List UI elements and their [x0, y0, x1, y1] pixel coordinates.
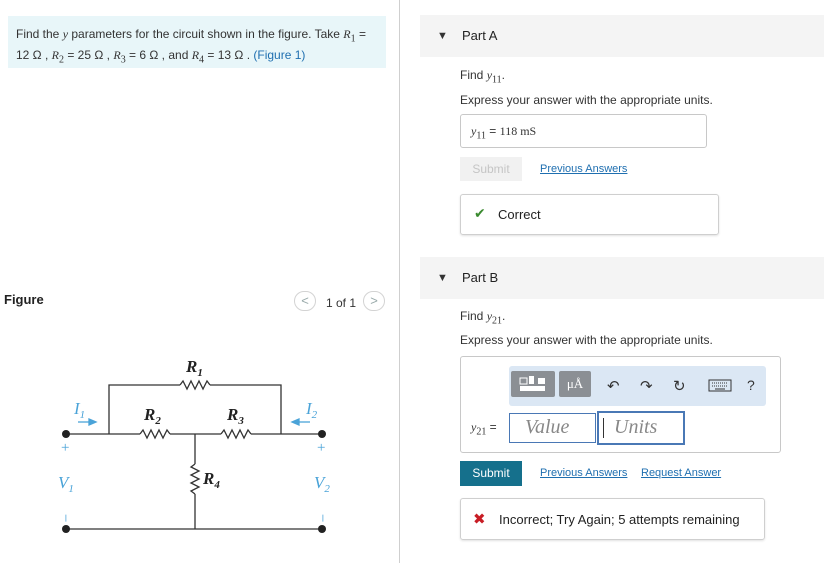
r3-zigzag	[220, 428, 252, 440]
r4-value: = 13 Ω .	[204, 48, 254, 63]
label-v2: V2	[314, 473, 330, 495]
part-b-header[interactable]: ▼ Part B	[420, 257, 824, 299]
keyboard-icon[interactable]	[708, 379, 734, 393]
i1-arrow-head	[88, 418, 98, 426]
next-figure-button[interactable]: >	[363, 291, 385, 311]
r1-symbol: R	[343, 27, 351, 41]
label-v1: V1	[58, 473, 74, 495]
find-suffix: .	[502, 309, 506, 323]
equation-toolbar: μÅ ↶ ↷ ↻ ?	[509, 366, 766, 406]
undo-icon[interactable]: ↶	[607, 377, 620, 395]
part-b-instruction: Express your answer with the appropriate…	[460, 333, 713, 347]
part-b-submit-button[interactable]: Submit	[460, 461, 522, 486]
figure-heading: Figure	[4, 292, 44, 307]
value-input[interactable]: Value	[509, 413, 596, 443]
figure-count: 1 of 1	[326, 296, 357, 310]
answer-sub: 11	[476, 130, 486, 142]
answer-eq: =	[485, 124, 500, 138]
request-answer-link[interactable]: Request Answer	[641, 467, 721, 479]
feedback-message: Incorrect; Try Again; 5 attempts remaini…	[499, 512, 740, 527]
answer-eq: =	[486, 420, 497, 434]
find-text: Find	[460, 309, 487, 323]
problem-text: parameters for the circuit shown in the …	[68, 27, 344, 41]
r2-value: = 25 Ω ,	[64, 48, 114, 63]
problem-text: Find the	[16, 27, 63, 41]
r4-symbol: R	[191, 48, 200, 63]
part-b-previous-answers-link[interactable]: Previous Answers	[540, 467, 627, 479]
v1-plus: +	[61, 440, 69, 456]
i2-arrow-head	[290, 418, 300, 426]
part-a-feedback: ✔ Correct	[460, 194, 719, 235]
label-r1: R1	[185, 357, 203, 379]
wire-top-right	[210, 384, 282, 434]
r4-zigzag	[189, 463, 201, 495]
figure-link[interactable]: (Figure 1)	[253, 48, 305, 62]
units-symbol-button[interactable]: μÅ	[559, 371, 591, 397]
part-a-previous-answers-link[interactable]: Previous Answers	[540, 163, 627, 175]
r2-zigzag	[139, 428, 171, 440]
find-sub: 11	[492, 74, 502, 86]
r1-value: 12 Ω ,	[16, 48, 52, 63]
collapse-triangle-icon[interactable]: ▼	[437, 272, 448, 284]
answer-value: 118 mS	[499, 124, 537, 138]
find-suffix: .	[501, 68, 505, 82]
r2-symbol: R	[51, 48, 59, 63]
part-b-feedback: ✖ Incorrect; Try Again; 5 attempts remai…	[460, 498, 765, 540]
units-input[interactable]: Units	[597, 411, 685, 445]
terminal-2-top	[318, 430, 326, 438]
terminal-1-bottom	[62, 525, 70, 533]
label-r2: R2	[143, 405, 161, 427]
prev-figure-button[interactable]: <	[294, 291, 316, 311]
r1-zigzag	[179, 379, 211, 391]
templates-button[interactable]	[511, 371, 555, 397]
part-a-title: Part A	[462, 28, 498, 43]
incorrect-x-icon: ✖	[473, 511, 486, 528]
check-icon: ✔	[474, 205, 486, 221]
find-text: Find	[460, 68, 487, 82]
part-a-header[interactable]: ▼ Part A	[420, 15, 824, 57]
circuit-diagram: R1 R2 R3 R4 I1 I2 + + V1 V2 − −	[57, 357, 330, 533]
label-i2: I2	[305, 399, 318, 421]
part-b-question: Find y21.	[460, 309, 505, 326]
terminal-1-top	[62, 430, 70, 438]
terminal-2-bottom	[318, 525, 326, 533]
part-a-answer-box: y11 = 118 mS	[460, 114, 707, 148]
redo-icon[interactable]: ↷	[640, 377, 653, 395]
r3-value: = 6 Ω , and	[125, 48, 192, 63]
label-i1: I1	[73, 399, 85, 421]
problem-statement: Find the y parameters for the circuit sh…	[8, 16, 386, 68]
r1-eq: =	[355, 27, 366, 41]
v1-minus: −	[57, 514, 73, 522]
answer-label: y21 =	[471, 420, 497, 437]
part-a-submit-button[interactable]: Submit	[460, 157, 522, 181]
label-r4: R4	[202, 469, 220, 491]
part-b-answer-box: μÅ ↶ ↷ ↻ ? y21 = Value Units	[460, 356, 781, 453]
collapse-triangle-icon[interactable]: ▼	[437, 30, 448, 42]
v2-minus: −	[314, 514, 330, 522]
template-grid-icon	[519, 376, 545, 391]
label-r3: R3	[226, 405, 244, 427]
feedback-message: Correct	[498, 207, 541, 222]
find-sub: 21	[492, 315, 503, 327]
reset-icon[interactable]: ↻	[673, 377, 686, 395]
r3-symbol: R	[113, 48, 121, 63]
part-a-instruction: Express your answer with the appropriate…	[460, 93, 713, 107]
v2-plus: +	[317, 440, 325, 456]
answer-sub: 21	[476, 426, 487, 438]
column-divider	[399, 0, 400, 563]
part-b-title: Part B	[462, 270, 499, 285]
part-a-question: Find y11.	[460, 68, 505, 85]
help-icon[interactable]: ?	[747, 377, 755, 393]
